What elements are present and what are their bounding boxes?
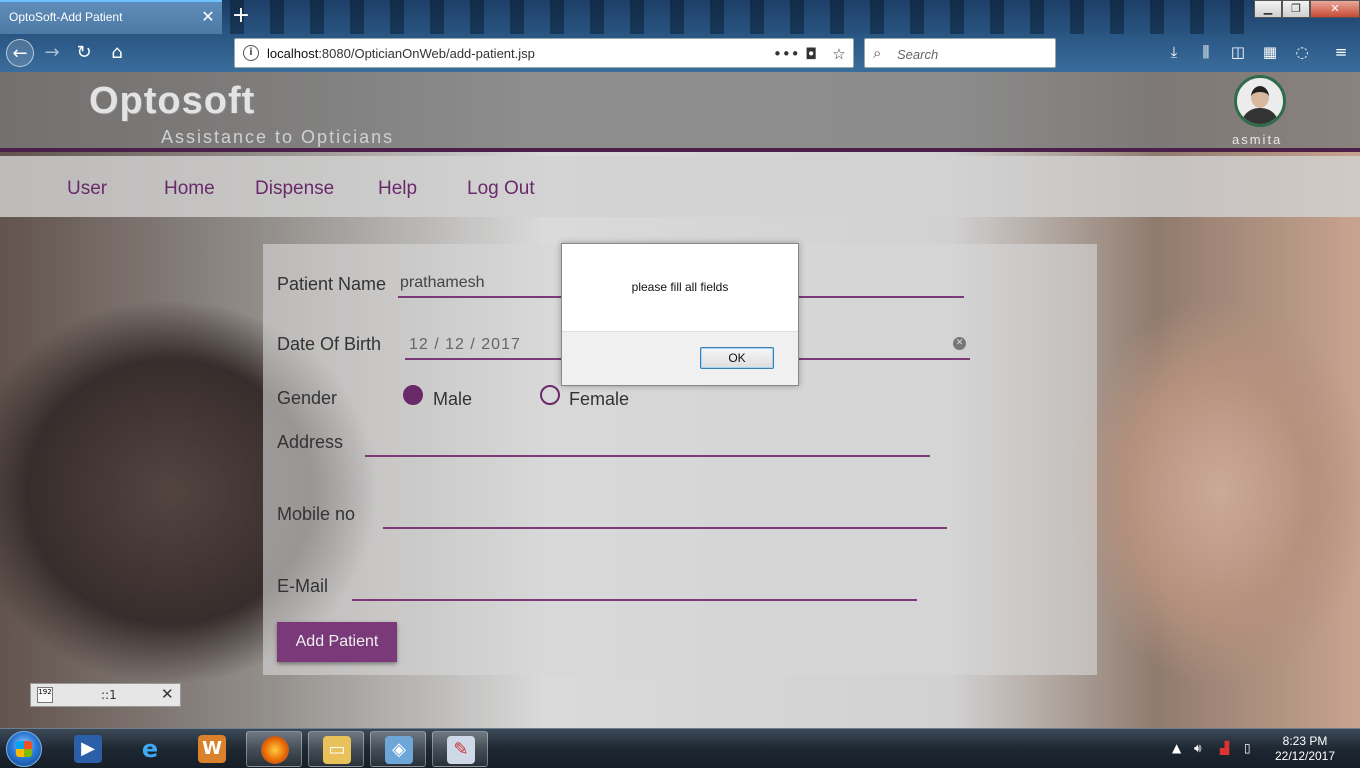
taskbar-internet-explorer[interactable]: e bbox=[122, 731, 178, 767]
patient-name-label: Patient Name bbox=[277, 274, 387, 294]
library-icon[interactable]: ⫼ bbox=[1195, 41, 1217, 63]
firefox-icon bbox=[261, 736, 289, 764]
downloads-icon[interactable]: ⤓ bbox=[1163, 41, 1185, 63]
bookmark-star-icon[interactable]: ☆ bbox=[829, 44, 849, 64]
windows-logo-icon bbox=[16, 741, 32, 757]
clear-date-icon[interactable]: ✕ bbox=[953, 337, 966, 350]
back-icon[interactable]: ← bbox=[6, 39, 34, 67]
dob-field[interactable]: 12 / 12 / 2017 bbox=[409, 336, 521, 354]
logo-title: Optosoft bbox=[89, 80, 256, 122]
addon-icon[interactable]: ◌ bbox=[1291, 41, 1313, 63]
gender-male-radio[interactable] bbox=[403, 385, 423, 405]
reload-icon[interactable]: ↻ bbox=[70, 39, 98, 67]
info-icon[interactable]: i bbox=[243, 45, 259, 61]
gender-female-radio[interactable] bbox=[540, 385, 560, 405]
close-icon[interactable]: ✕ bbox=[1310, 0, 1360, 18]
navigation-toolbar: ← → ↻ ⌂ i localhost:8080/OpticianOnWeb/a… bbox=[0, 34, 1360, 72]
taskbar: ▶ e W ▭ ◈ ✎ ▲ 🔊︎ ▟ ▯ 8:23 PM 22/12/2017 bbox=[0, 728, 1360, 768]
sidebar-icon[interactable]: ◫ bbox=[1227, 41, 1249, 63]
battery-icon[interactable]: ▯ bbox=[1244, 741, 1251, 755]
gender-male-label[interactable]: Male bbox=[433, 389, 472, 410]
search-placeholder: Search bbox=[897, 47, 939, 62]
mobile-field[interactable] bbox=[383, 527, 947, 529]
main-menu: User Home Dispense Help Log Out bbox=[0, 156, 1360, 217]
word-icon: W bbox=[198, 735, 226, 763]
ok-button[interactable]: OK bbox=[700, 347, 774, 369]
start-button[interactable] bbox=[6, 731, 42, 767]
network-icon[interactable]: ▟ bbox=[1220, 741, 1229, 755]
menu-icon[interactable]: ≡ bbox=[1330, 41, 1352, 63]
media-player-icon: ▶ bbox=[74, 735, 102, 763]
gender-label: Gender bbox=[277, 388, 338, 408]
ip-icon: 192 bbox=[37, 687, 53, 703]
internet-explorer-icon: e bbox=[141, 735, 159, 763]
patient-name-field[interactable]: prathamesh bbox=[400, 274, 485, 292]
avatar-head-shape bbox=[1251, 86, 1269, 108]
paint-palette-icon: ✎ bbox=[447, 736, 475, 764]
web-page: Optosoft Assistance to Opticians asmita … bbox=[0, 72, 1360, 728]
menu-item-dispense[interactable]: Dispense bbox=[255, 178, 334, 200]
home-icon[interactable]: ⌂ bbox=[103, 39, 131, 67]
menu-item-user[interactable]: User bbox=[67, 178, 107, 200]
cube-icon: ◈ bbox=[385, 736, 413, 764]
taskbar-paint[interactable]: ✎ bbox=[432, 731, 488, 767]
folder-icon: ▭ bbox=[323, 736, 351, 764]
page-actions-icon[interactable]: ••• bbox=[773, 44, 800, 64]
minimize-icon[interactable]: ▁ bbox=[1254, 0, 1282, 18]
address-label: Address bbox=[277, 432, 344, 452]
clock-date: 22/12/2017 bbox=[1274, 749, 1336, 763]
menu-item-help[interactable]: Help bbox=[378, 178, 417, 200]
menu-item-logout[interactable]: Log Out bbox=[467, 178, 535, 200]
volume-icon[interactable]: 🔊︎ bbox=[1194, 741, 1202, 756]
username: asmita bbox=[1232, 132, 1283, 147]
window-controls: ▁ ❐ ✕ bbox=[1254, 0, 1360, 18]
widget-text: ::1 bbox=[101, 688, 117, 702]
mobile-label: Mobile no bbox=[277, 504, 356, 524]
alert-message: please fill all fields bbox=[631, 280, 729, 294]
email-label: E-Mail bbox=[277, 576, 329, 596]
taskbar-firefox[interactable] bbox=[246, 731, 302, 767]
tab-title: OptoSoft-Add Patient bbox=[9, 10, 123, 24]
clock-time: 8:23 PM bbox=[1282, 734, 1328, 748]
browser-tab[interactable]: OptoSoft-Add Patient ✕ bbox=[0, 0, 222, 34]
add-patient-button[interactable]: Add Patient bbox=[277, 622, 397, 662]
taskbar-explorer[interactable]: ▭ bbox=[308, 731, 364, 767]
url-bar[interactable]: i localhost:8080/OpticianOnWeb/add-patie… bbox=[234, 38, 854, 68]
browser-chrome: OptoSoft-Add Patient ✕ + ▁ ❐ ✕ ← → ↻ ⌂ i… bbox=[0, 0, 1360, 72]
address-field[interactable] bbox=[365, 455, 930, 457]
dob-label: Date Of Birth bbox=[277, 334, 382, 354]
gender-female-label[interactable]: Female bbox=[569, 389, 629, 410]
taskbar-media-player[interactable]: ▶ bbox=[60, 731, 116, 767]
avatar[interactable] bbox=[1234, 75, 1286, 127]
network-widget: 192 ::1 ✕ bbox=[30, 683, 181, 707]
url-host: localhost bbox=[267, 46, 319, 61]
search-icon: ⌕ bbox=[873, 44, 882, 62]
tab-close-icon[interactable]: ✕ bbox=[199, 8, 217, 26]
site-header: Optosoft Assistance to Opticians asmita bbox=[0, 72, 1360, 152]
pocket-icon[interactable]: ◘ bbox=[801, 44, 821, 64]
theme-background bbox=[230, 0, 1250, 34]
logo-subtitle: Assistance to Opticians bbox=[161, 127, 395, 147]
new-tab-icon[interactable]: + bbox=[230, 4, 252, 28]
alert-dialog: please fill all fields OK bbox=[561, 243, 799, 386]
show-hidden-icons-icon[interactable]: ▲ bbox=[1172, 741, 1181, 755]
menu-item-home[interactable]: Home bbox=[164, 178, 215, 200]
search-bar[interactable]: ⌕ Search bbox=[864, 38, 1056, 68]
avatar-body-shape bbox=[1241, 108, 1279, 124]
grid-icon[interactable]: ▦ bbox=[1259, 41, 1281, 63]
url-text[interactable]: localhost:8080/OpticianOnWeb/add-patient… bbox=[267, 46, 535, 61]
alert-footer: OK bbox=[562, 331, 798, 385]
email-field[interactable] bbox=[352, 599, 917, 601]
taskbar-word[interactable]: W bbox=[184, 731, 240, 767]
restore-icon[interactable]: ❐ bbox=[1282, 0, 1310, 18]
widget-close-icon[interactable]: ✕ bbox=[161, 685, 174, 703]
url-path: :8080/OpticianOnWeb/add-patient.jsp bbox=[318, 46, 535, 61]
system-clock[interactable]: 8:23 PM 22/12/2017 bbox=[1270, 734, 1340, 764]
taskbar-virtualbox[interactable]: ◈ bbox=[370, 731, 426, 767]
forward-icon[interactable]: → bbox=[38, 39, 66, 67]
